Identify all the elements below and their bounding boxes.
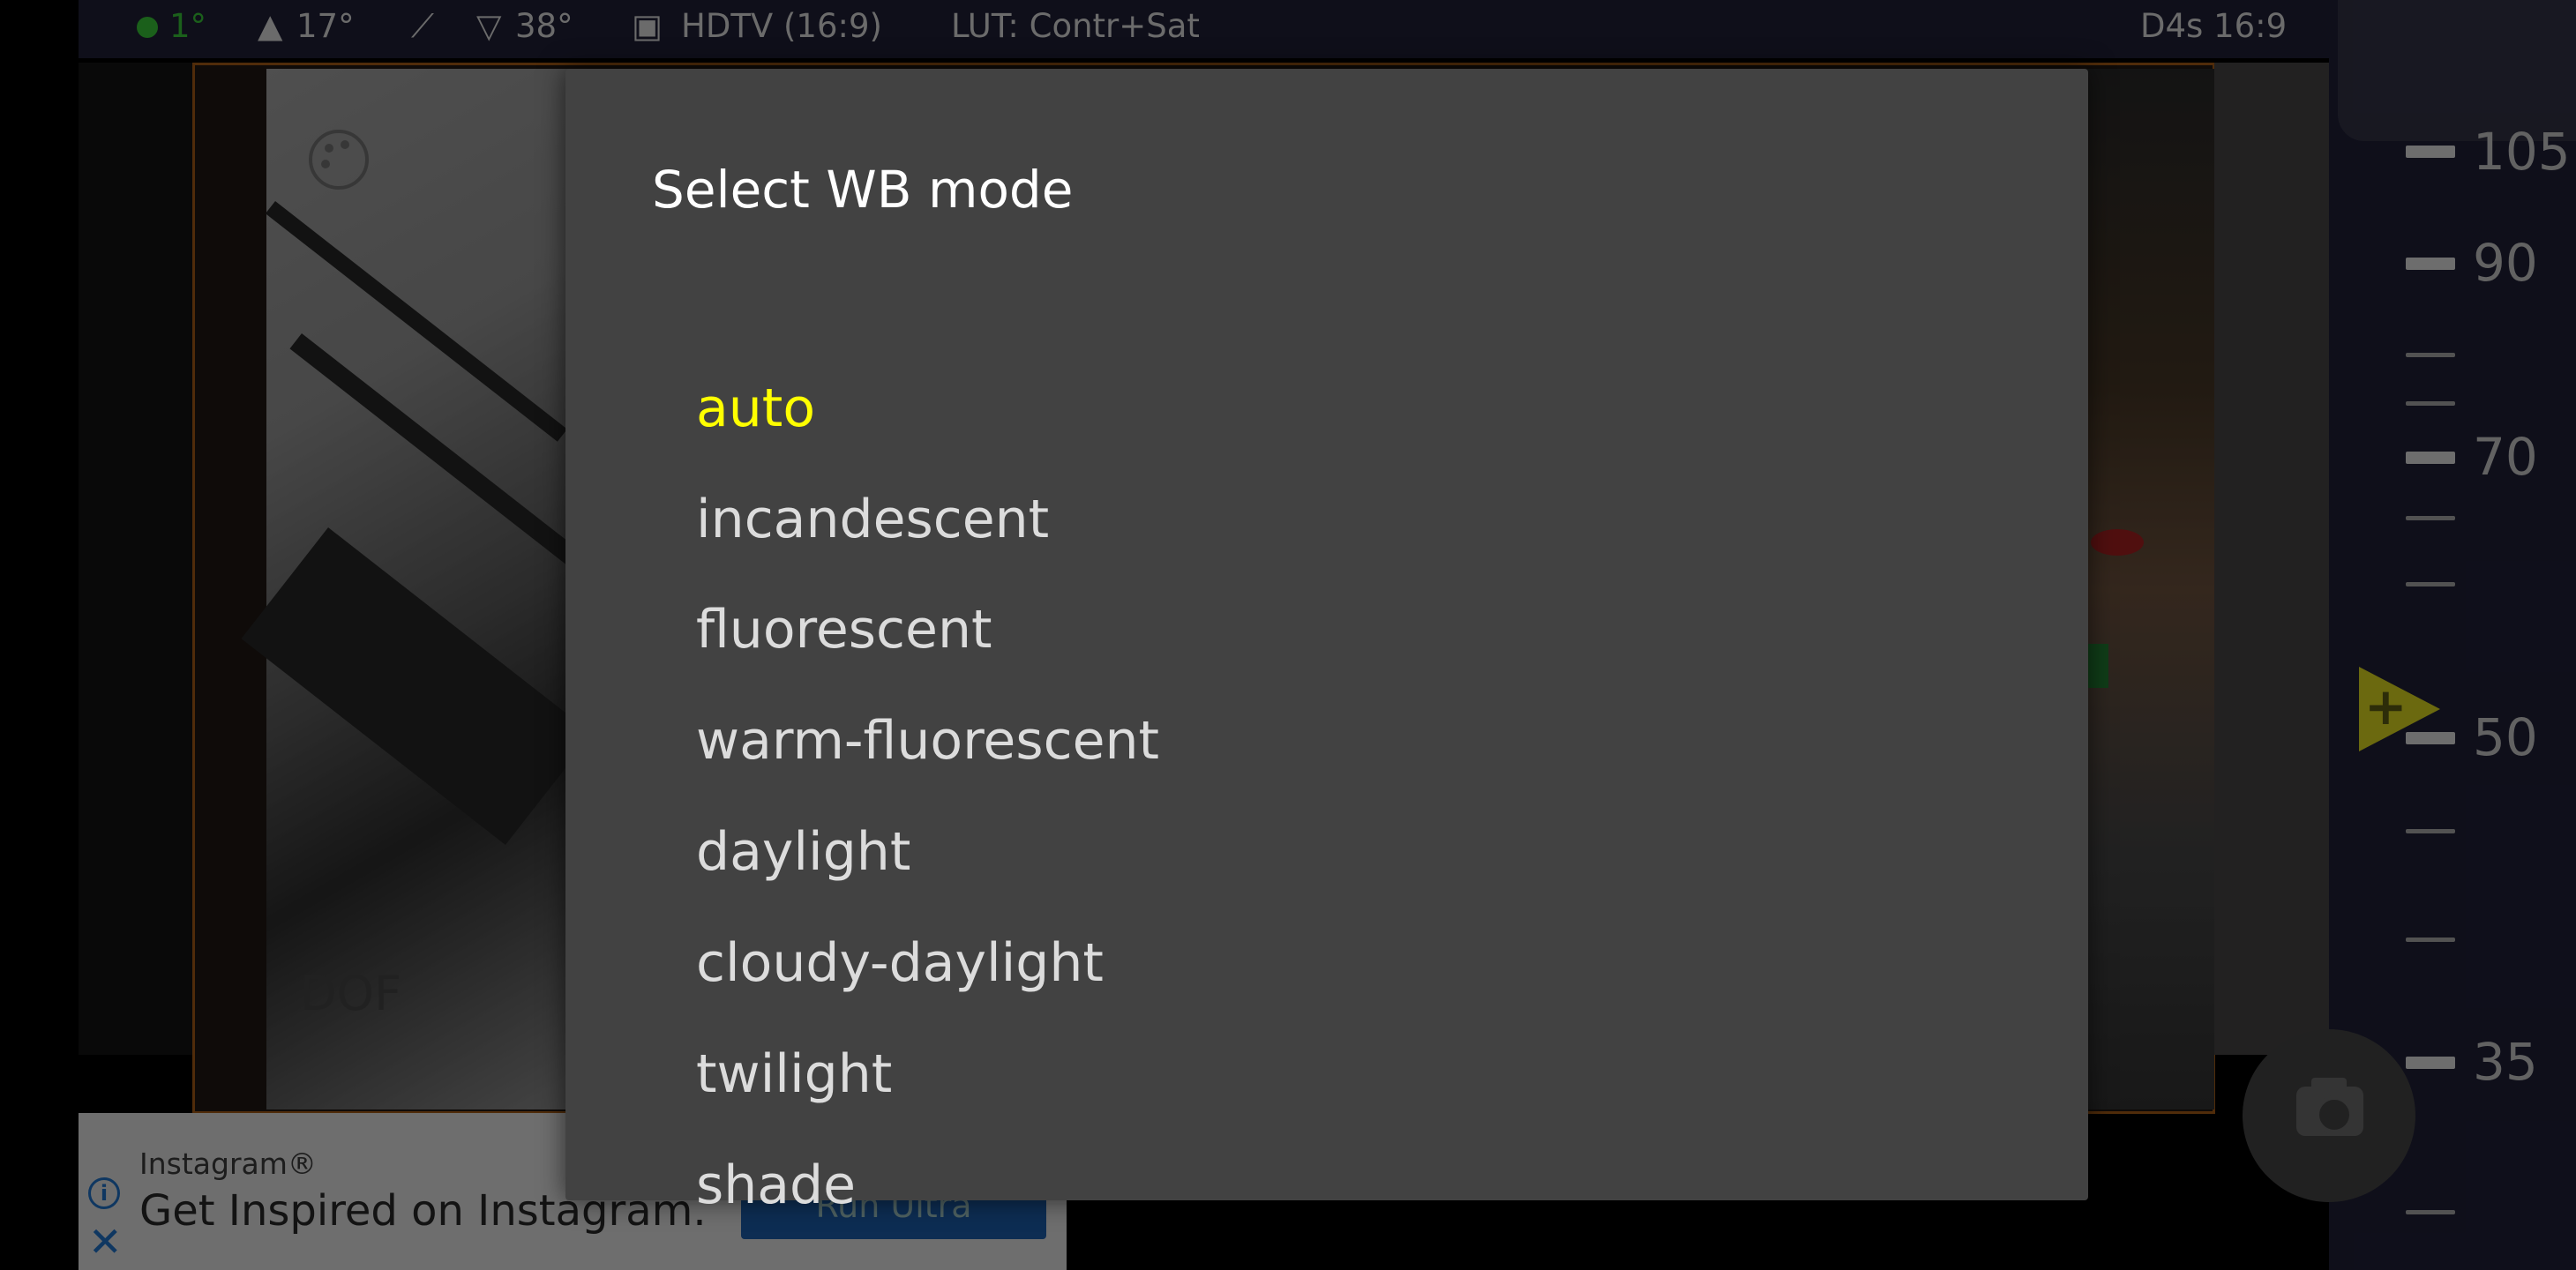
wb-option-incandescent[interactable]: incandescent [565,464,2088,575]
wb-option-cloudy-daylight[interactable]: cloudy-daylight [565,908,2088,1019]
wb-option-warm-fluorescent[interactable]: warm-fluorescent [565,685,2088,796]
wb-option-shade[interactable]: shade [565,1130,2088,1241]
dialog-title: Select WB mode [652,160,1074,220]
wb-option-twilight[interactable]: twilight [565,1019,2088,1130]
wb-option-fluorescent[interactable]: fluorescent [565,574,2088,685]
wb-option-auto[interactable]: auto [565,353,2088,464]
wb-mode-dialog: Select WB mode auto incandescent fluores… [565,69,2088,1216]
wb-option-daylight[interactable]: daylight [565,796,2088,908]
